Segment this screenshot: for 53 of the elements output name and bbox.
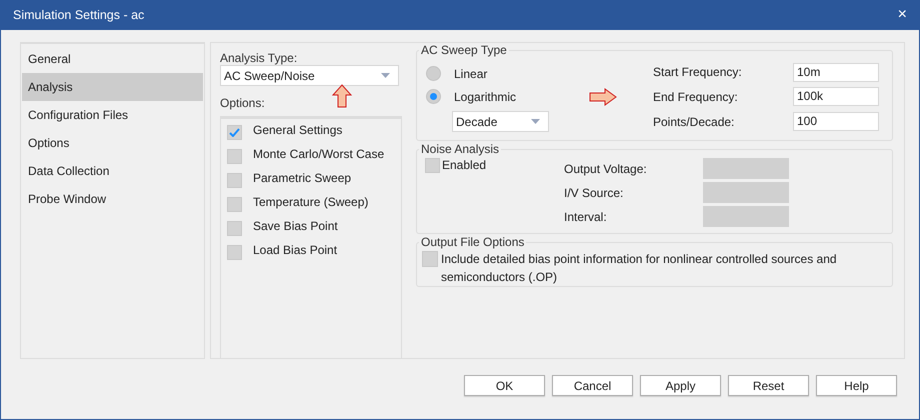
checkbox[interactable] xyxy=(227,173,242,188)
up-arrow-icon xyxy=(332,84,352,108)
radio-label: Linear xyxy=(454,66,488,80)
field-label: End Frequency: xyxy=(653,90,739,104)
analysis-type-dropdown[interactable]: AC Sweep/Noise xyxy=(220,65,399,86)
checkbox-label: Enabled xyxy=(442,158,486,172)
checkbox[interactable] xyxy=(425,158,440,173)
option-label: Save Bias Point xyxy=(253,219,338,233)
dialog-button[interactable]: Help xyxy=(816,375,897,396)
scale-dropdown[interactable]: Decade xyxy=(452,111,549,132)
sidebar-item[interactable]: General xyxy=(22,45,203,73)
input-field[interactable]: 100k xyxy=(793,87,879,106)
radio-label: Logarithmic xyxy=(454,90,516,104)
group-title: AC Sweep Type xyxy=(420,43,508,57)
radio-button[interactable] xyxy=(426,89,441,104)
dialog-button[interactable]: Reset xyxy=(728,375,809,396)
option-label: Load Bias Point xyxy=(253,243,338,257)
sidebar-item[interactable]: Configuration Files xyxy=(22,101,203,129)
dialog-button[interactable]: OK xyxy=(464,375,545,396)
window-title: Simulation Settings - ac xyxy=(13,8,144,22)
option-label: Temperature (Sweep) xyxy=(253,195,368,209)
checkbox[interactable] xyxy=(227,149,242,164)
checkbox[interactable] xyxy=(227,125,242,140)
options-label: Options: xyxy=(220,96,266,110)
dialog-button[interactable]: Cancel xyxy=(552,375,633,396)
option-label: Monte Carlo/Worst Case xyxy=(253,147,384,161)
radio-button[interactable] xyxy=(426,66,441,81)
caret-icon xyxy=(531,119,540,124)
field-label: Start Frequency: xyxy=(653,65,743,80)
analysis-type-label: Analysis Type: xyxy=(220,51,298,65)
checkbox[interactable] xyxy=(227,221,242,236)
group-title: Output File Options xyxy=(420,235,526,249)
field-label: I/V Source: xyxy=(564,186,624,200)
sidebar-item[interactable]: Data Collection xyxy=(22,157,203,185)
dialog-button[interactable]: Apply xyxy=(640,375,721,396)
checkbox[interactable] xyxy=(422,251,438,267)
input-field[interactable]: 10m xyxy=(793,62,879,82)
option-label: Parametric Sweep xyxy=(253,171,352,185)
right-arrow-icon xyxy=(589,88,617,106)
group-title: Noise Analysis xyxy=(420,142,500,156)
sidebar-item[interactable]: Probe Window xyxy=(22,185,203,213)
input-field[interactable]: 100 xyxy=(793,112,879,132)
caret-icon xyxy=(381,73,390,78)
checkbox[interactable] xyxy=(227,197,242,212)
option-label: General Settings xyxy=(253,123,342,137)
close-button[interactable]: × xyxy=(894,6,911,24)
sidebar-item[interactable]: Options xyxy=(22,129,203,157)
field-label: Output Voltage: xyxy=(564,162,648,176)
checkbox-label: Include detailed bias point information for nonlinear controlled sources and semiconductors (.OP) xyxy=(441,251,838,286)
checkbox[interactable] xyxy=(227,245,242,260)
sidebar-item[interactable]: Analysis xyxy=(22,73,203,101)
field-label: Interval: xyxy=(564,210,608,224)
field-label: Points/Decade: xyxy=(653,114,736,129)
